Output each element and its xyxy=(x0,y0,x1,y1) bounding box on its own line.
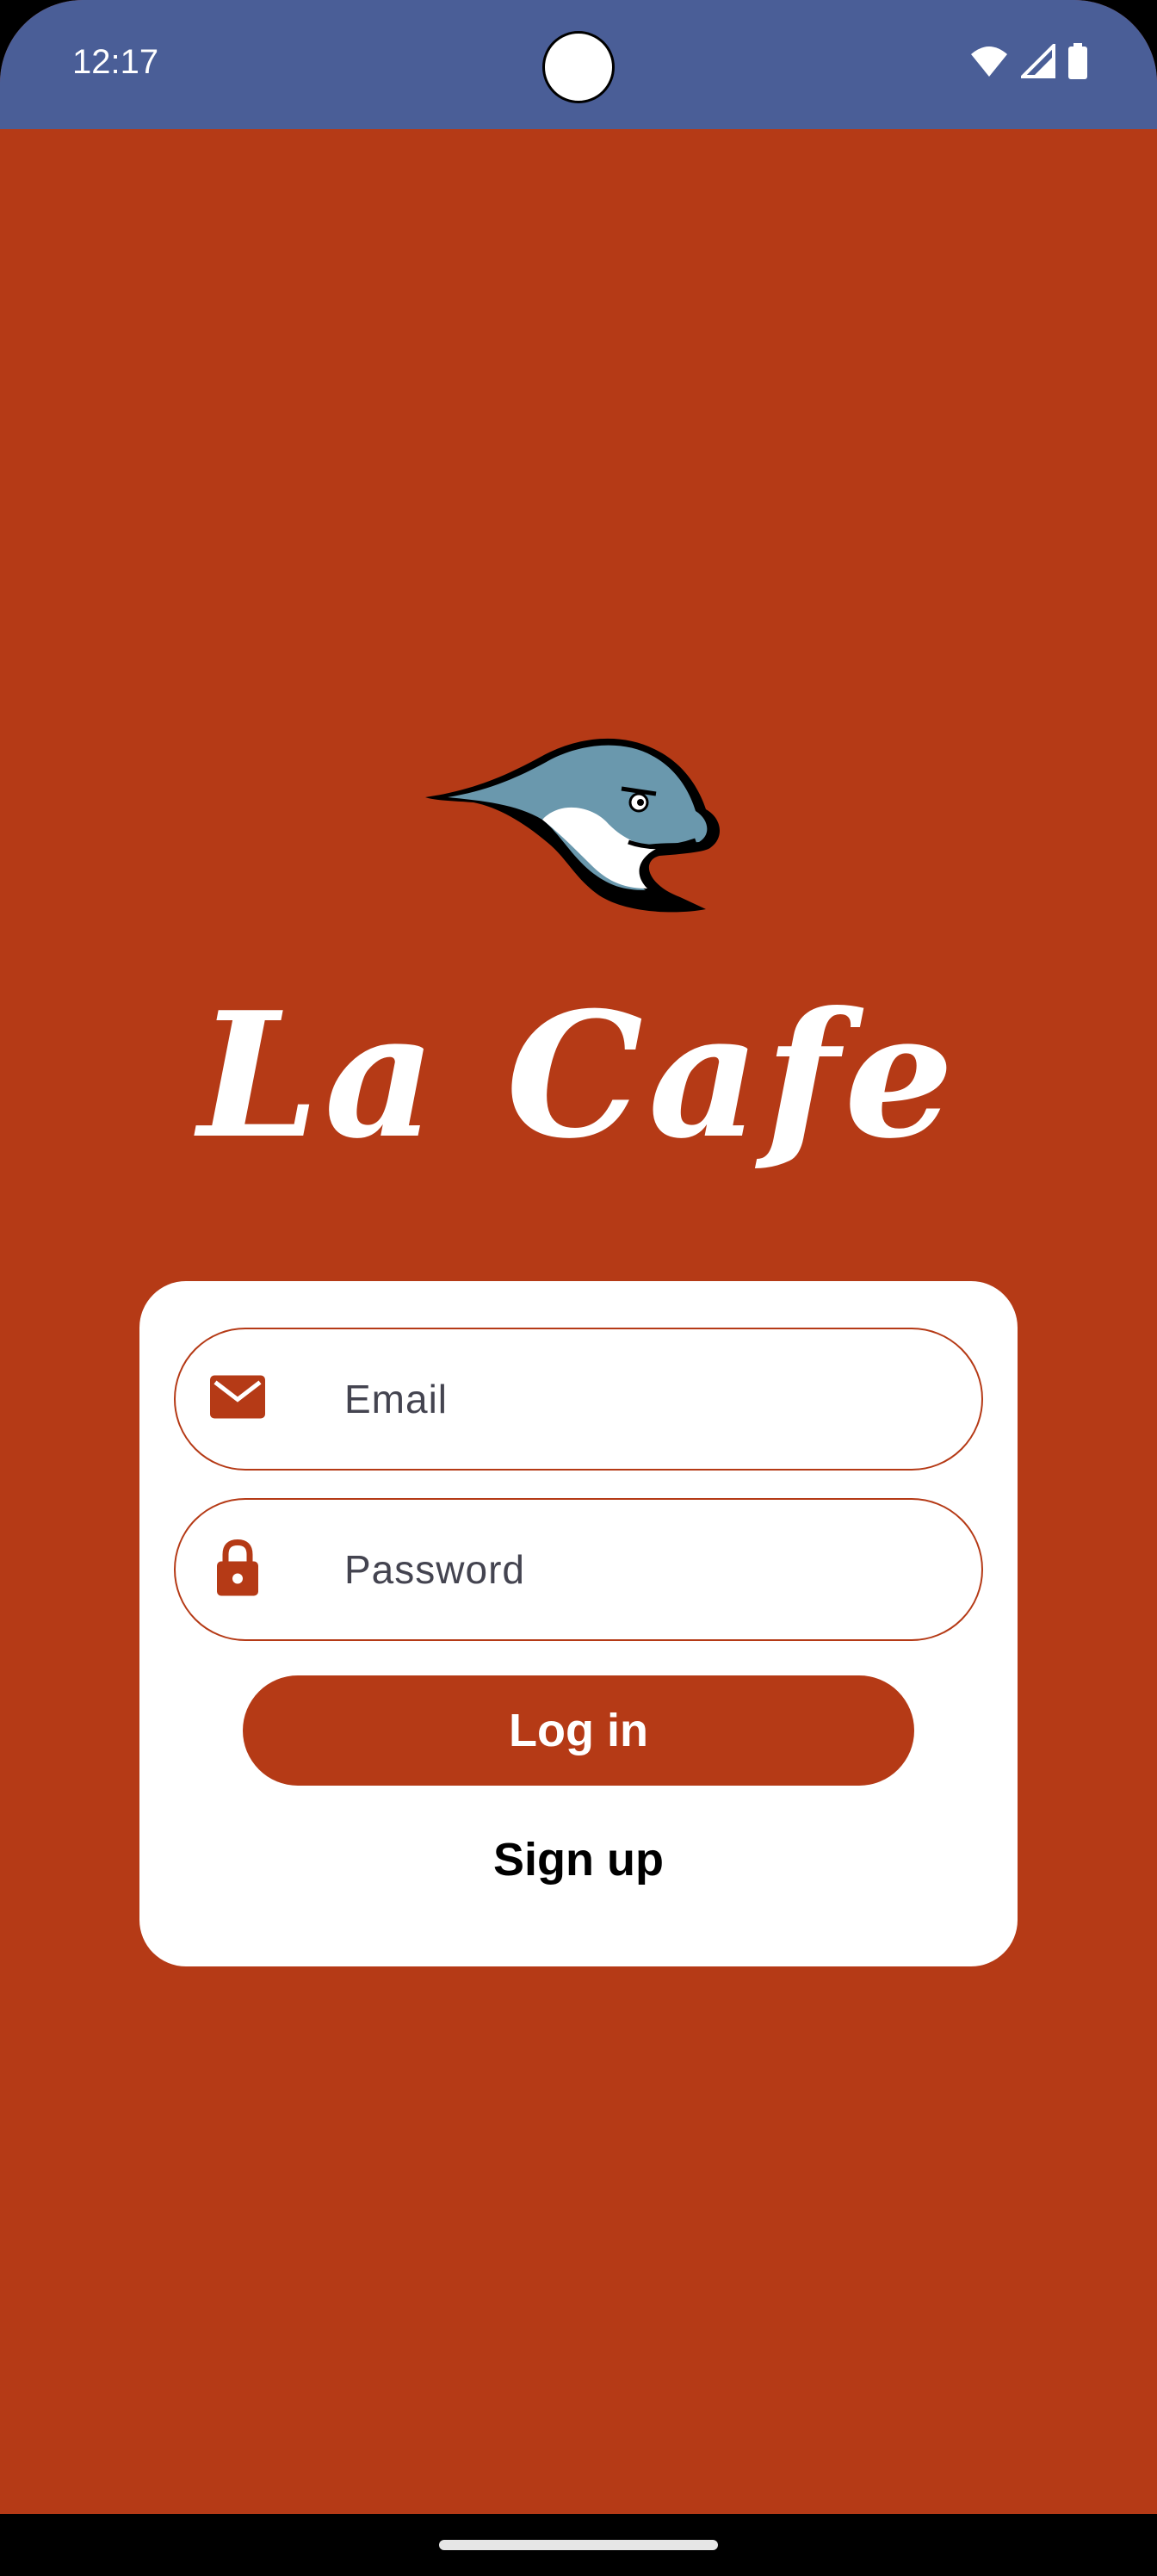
app-title: La Cafe xyxy=(198,975,959,1177)
lock-icon xyxy=(210,1539,265,1601)
login-card: Email Password Log in Sign up xyxy=(139,1281,1018,1966)
wifi-icon xyxy=(969,44,1009,78)
email-field[interactable]: Email xyxy=(174,1328,983,1471)
email-placeholder: Email xyxy=(344,1377,449,1421)
password-placeholder: Password xyxy=(344,1547,525,1592)
front-camera xyxy=(542,31,615,103)
signup-button[interactable]: Sign up xyxy=(449,1825,708,1894)
login-button[interactable]: Log in xyxy=(243,1675,914,1786)
password-field[interactable]: Password xyxy=(174,1498,983,1641)
status-time: 12:17 xyxy=(72,43,159,81)
battery-icon xyxy=(1067,43,1088,79)
status-icons xyxy=(969,43,1088,79)
status-bar: 12:17 xyxy=(0,0,1157,129)
home-indicator[interactable] xyxy=(439,2540,718,2550)
signal-icon xyxy=(1021,44,1055,78)
mail-icon xyxy=(210,1375,265,1423)
dolphin-logo xyxy=(422,732,735,930)
app-screen: 12:17 La Cafe Email Password Log in Sign… xyxy=(0,0,1157,2576)
